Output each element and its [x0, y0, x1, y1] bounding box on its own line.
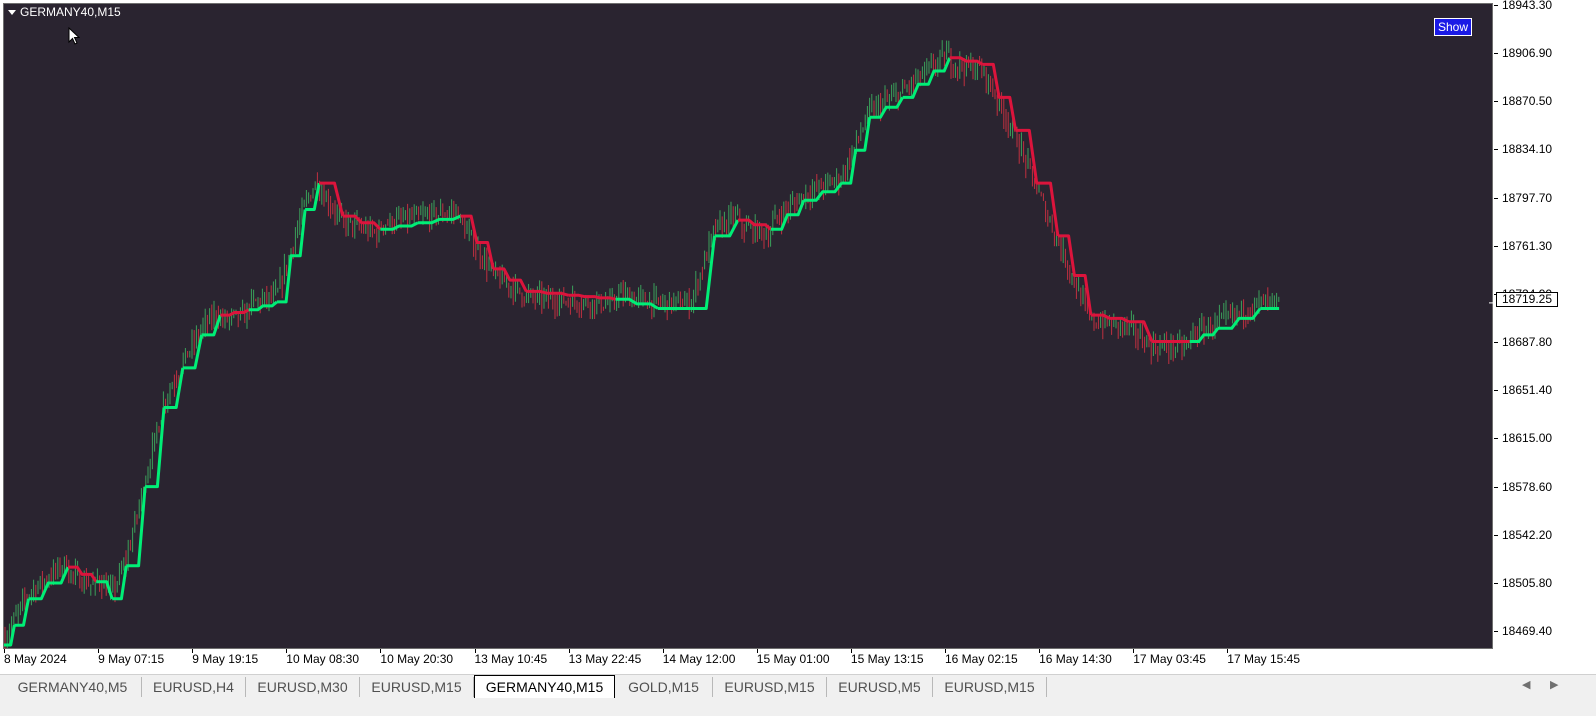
price-tick-label: 18615.00 — [1502, 431, 1553, 446]
time-axis[interactable]: 8 May 2024 9 May 07:15 9 May 19:15 10 May 0… — [0, 649, 1494, 672]
price-tick-mark — [1494, 197, 1498, 199]
price-tick-label: 18834.10 — [1502, 142, 1553, 157]
trend-segment-up — [201, 314, 222, 337]
price-chart[interactable] — [3, 3, 1493, 649]
price-tick-label: 18943.30 — [1502, 0, 1553, 12]
trend-segment-down — [568, 293, 616, 301]
terminal-window: GERMANY40,M15 Show 18943.30 18906.90 18870… — [0, 0, 1596, 716]
price-tick-label: 18797.70 — [1502, 190, 1553, 205]
status-strip — [0, 698, 1596, 716]
trend-segment-down — [1015, 128, 1060, 237]
tab-eurusd-m15[interactable]: EURUSD,M15 — [360, 677, 474, 697]
price-tick-label: 18651.40 — [1502, 383, 1553, 398]
trend-segment-up — [770, 199, 806, 231]
tab-germany40-m15[interactable]: GERMANY40,M15 — [474, 675, 615, 698]
price-tick-mark — [1494, 342, 1498, 344]
price-tick-label: 18469.40 — [1502, 623, 1553, 638]
price-tick-mark — [1494, 5, 1498, 6]
tab-eurusd-m5[interactable]: EURUSD,M5 — [827, 677, 933, 697]
time-tick-label: 9 May 07:15 — [98, 652, 165, 666]
current-price-label: 18719.25 — [1496, 292, 1558, 307]
price-tick-label: 18906.90 — [1502, 46, 1553, 61]
trend-segment-up — [14, 598, 30, 627]
symbol-title: GERMANY40,M15 — [20, 5, 121, 19]
price-tick-label: 18578.60 — [1502, 479, 1553, 494]
trend-segment-up — [126, 486, 147, 568]
time-tick-label: 14 May 12:00 — [662, 652, 736, 666]
trend-segment-up — [164, 367, 185, 409]
price-tick-mark — [1494, 245, 1498, 247]
price-tick-mark — [1494, 630, 1498, 632]
time-tick-label: 8 May 2024 — [4, 652, 67, 666]
mouse-pointer-icon — [68, 27, 80, 45]
price-tick-mark — [1494, 149, 1498, 151]
scroll-right-icon[interactable]: ▶ — [1550, 678, 1558, 691]
price-tick-mark — [1494, 486, 1498, 488]
price-tick-label: 18687.80 — [1502, 335, 1553, 350]
trend-line — [4, 56, 1280, 647]
time-tick-label: 13 May 10:45 — [474, 652, 548, 666]
time-tick-label: 13 May 22:45 — [568, 652, 642, 666]
trend-segment-up — [803, 182, 843, 202]
time-tick-label: 16 May 14:30 — [1039, 652, 1112, 666]
time-tick-label: 15 May 01:00 — [756, 652, 830, 666]
price-tick-label: 18505.80 — [1502, 575, 1553, 590]
trend-segment-up — [902, 57, 952, 99]
trend-segment-up — [305, 182, 321, 211]
candles — [4, 40, 1280, 649]
show-button[interactable]: Show — [1434, 18, 1472, 36]
tab-eurusd-h4[interactable]: EURUSD,H4 — [142, 677, 246, 697]
price-tick-mark — [1494, 438, 1498, 440]
tab-eurusd-m30[interactable]: EURUSD,M30 — [246, 677, 360, 697]
tab-germany40-m5[interactable]: GERMANY40,M5 — [4, 677, 142, 697]
price-tick-mark — [1494, 534, 1498, 536]
tab-eurusd-m15[interactable]: EURUSD,M15 — [933, 677, 1047, 697]
trend-segment-down — [460, 214, 495, 270]
time-tick-label: 17 May 15:45 — [1227, 652, 1301, 666]
price-tick-label: 18870.50 — [1502, 94, 1553, 109]
price-axis[interactable]: 18943.30 18906.90 18870.50 18834.10 18797.70… — [1494, 0, 1596, 672]
tab-eurusd-m15[interactable]: EURUSD,M15 — [713, 677, 827, 697]
triangle-down-icon[interactable] — [8, 9, 16, 15]
price-tick-label: 18761.30 — [1502, 238, 1553, 253]
price-tick-mark — [1494, 101, 1498, 103]
time-tick-label: 10 May 20:30 — [380, 652, 454, 666]
time-tick-label: 15 May 13:15 — [850, 652, 924, 666]
time-tick-label: 9 May 19:15 — [192, 652, 259, 666]
trend-segment-up — [276, 209, 307, 304]
price-tick-mark — [1494, 582, 1498, 584]
chart-tabs-bar: ◀ ▶ GERMANY40,M5 EURUSD,H4 EURUSD,M30 EURUS… — [0, 674, 1596, 698]
tab-gold-m15[interactable]: GOLD,M15 — [615, 677, 713, 697]
price-tick-mark — [1494, 53, 1498, 55]
price-tick-mark — [1494, 390, 1498, 392]
time-tick-label: 10 May 08:30 — [286, 652, 360, 666]
trend-segment-down — [982, 62, 1018, 131]
time-tick-label: 16 May 02:15 — [945, 652, 1018, 666]
chart-symbol-label[interactable]: GERMANY40,M15 — [8, 5, 121, 19]
scroll-left-icon[interactable]: ◀ — [1522, 678, 1530, 691]
price-tick-label: 18542.20 — [1502, 527, 1553, 542]
time-tick-label: 17 May 03:45 — [1133, 652, 1206, 666]
